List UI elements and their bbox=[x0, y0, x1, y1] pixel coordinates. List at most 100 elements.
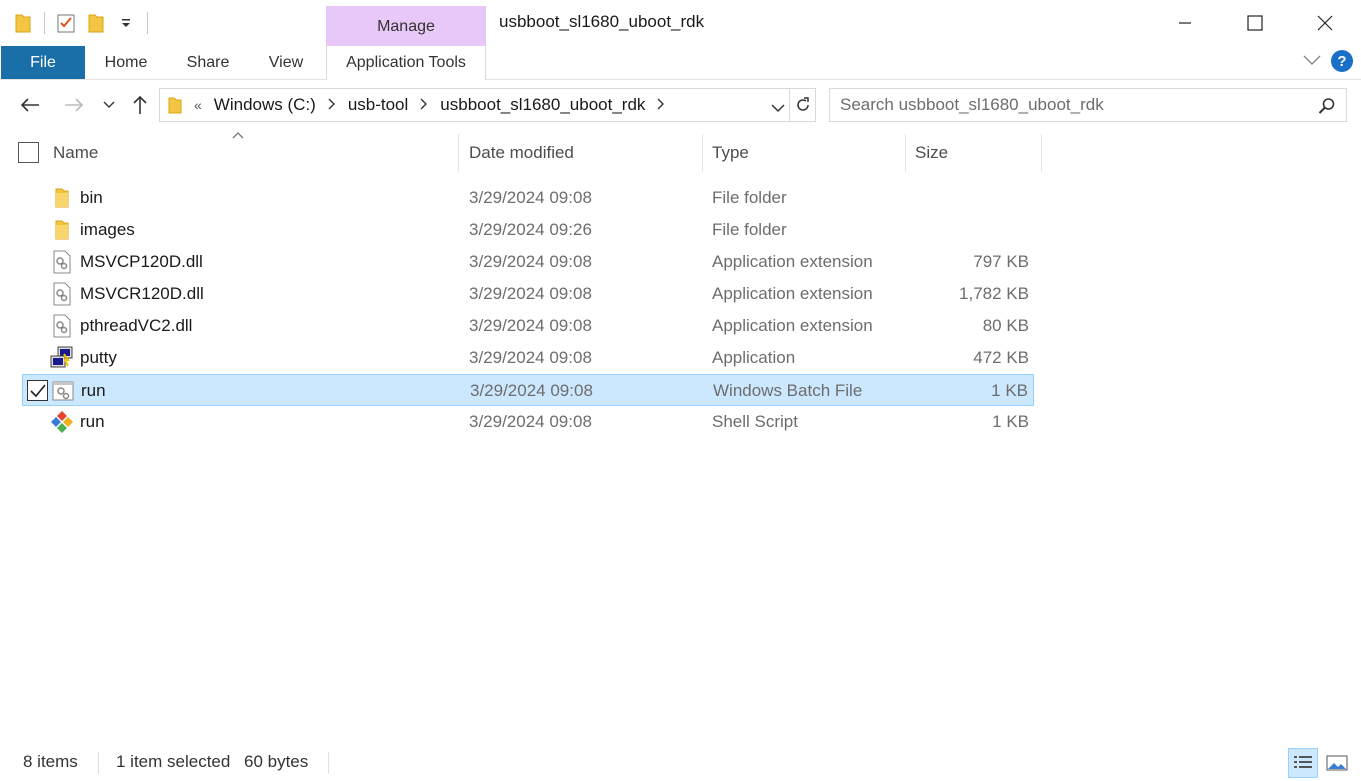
column-header-type[interactable]: Type bbox=[703, 134, 906, 172]
file-type: File folder bbox=[712, 188, 787, 207]
ribbon-controls: ? bbox=[1303, 50, 1353, 72]
file-size: 80 KB bbox=[982, 316, 1029, 335]
select-all-checkbox[interactable] bbox=[18, 142, 39, 163]
folder-icon bbox=[50, 186, 74, 210]
up-button[interactable] bbox=[126, 86, 154, 124]
file-name: images bbox=[80, 220, 135, 239]
toolbar-separator bbox=[147, 12, 148, 34]
search-box[interactable] bbox=[829, 88, 1347, 122]
properties-icon[interactable] bbox=[55, 11, 77, 35]
quick-access-toolbar bbox=[12, 10, 158, 36]
file-type: Shell Script bbox=[712, 412, 798, 431]
file-type: Application extension bbox=[712, 284, 873, 303]
recent-locations-button[interactable] bbox=[98, 86, 120, 124]
file-name: putty bbox=[80, 348, 117, 367]
file-size: 797 KB bbox=[973, 252, 1029, 271]
navigation-bar: « Windows (C:) usb-tool usbboot_sl1680_u… bbox=[0, 86, 1361, 124]
refresh-button[interactable] bbox=[789, 89, 815, 121]
breadcrumb-overflow[interactable]: « bbox=[194, 97, 202, 113]
selection-size: 60 bytes bbox=[244, 752, 309, 771]
tab-view[interactable]: View bbox=[258, 46, 314, 79]
maximize-icon bbox=[1247, 15, 1263, 31]
column-headers: Name Date modified Type Size bbox=[0, 132, 1042, 172]
file-row-images[interactable]: images 3/29/2024 09:26 File folder bbox=[22, 214, 1034, 246]
column-header-size[interactable]: Size bbox=[906, 134, 1042, 172]
file-date: 3/29/2024 09:26 bbox=[469, 220, 592, 239]
file-date: 3/29/2024 09:08 bbox=[469, 316, 592, 335]
column-header-name[interactable]: Name bbox=[44, 134, 459, 172]
forward-button[interactable] bbox=[58, 86, 90, 124]
putty-icon bbox=[50, 346, 74, 370]
file-name: pthreadVC2.dll bbox=[80, 316, 193, 335]
file-type: Application bbox=[712, 348, 796, 367]
dll-file-icon bbox=[50, 282, 74, 306]
chevron-right-icon[interactable] bbox=[420, 98, 428, 113]
chevron-down-icon bbox=[103, 101, 115, 108]
window-title: usbboot_sl1680_uboot_rdk bbox=[499, 12, 705, 31]
file-row-pthreadvc2[interactable]: pthreadVC2.dll 3/29/2024 09:08 Applicati… bbox=[22, 310, 1034, 342]
file-row-msvcr120d[interactable]: MSVCR120D.dll 3/29/2024 09:08 Applicatio… bbox=[22, 278, 1034, 310]
folder-icon[interactable] bbox=[12, 11, 34, 35]
chevron-right-icon[interactable] bbox=[328, 98, 336, 113]
status-separator bbox=[328, 752, 329, 774]
tab-file[interactable]: File bbox=[1, 46, 85, 79]
maximize-button[interactable] bbox=[1220, 0, 1290, 46]
title-bar: Manage usbboot_sl1680_uboot_rdk bbox=[0, 0, 1361, 46]
file-name: MSVCR120D.dll bbox=[80, 284, 204, 303]
breadcrumb-usb-tool[interactable]: usb-tool bbox=[348, 95, 408, 115]
details-view-icon bbox=[1294, 756, 1312, 768]
file-date: 3/29/2024 09:08 bbox=[469, 412, 592, 431]
refresh-icon bbox=[796, 97, 809, 111]
ribbon-tab-bar: File Home Share View Application Tools ? bbox=[0, 46, 1361, 80]
back-button[interactable] bbox=[14, 86, 46, 124]
search-icon[interactable] bbox=[1318, 97, 1336, 120]
folder-icon bbox=[50, 218, 74, 242]
expand-ribbon-icon[interactable] bbox=[1303, 51, 1321, 71]
search-input[interactable] bbox=[840, 95, 1300, 115]
selection-count: 1 item selected bbox=[116, 752, 231, 771]
manage-context-tab[interactable]: Manage bbox=[326, 6, 486, 46]
file-row-bin[interactable]: bin 3/29/2024 09:08 File folder bbox=[22, 182, 1034, 214]
chevron-down-icon bbox=[771, 104, 785, 113]
close-button[interactable] bbox=[1290, 0, 1360, 46]
help-icon[interactable]: ? bbox=[1331, 50, 1353, 72]
breadcrumb-current-folder[interactable]: usbboot_sl1680_uboot_rdk bbox=[440, 95, 645, 115]
file-row-run-bat[interactable]: run 3/29/2024 09:08 Windows Batch File 1… bbox=[22, 374, 1034, 406]
tab-application-tools[interactable]: Application Tools bbox=[326, 46, 486, 80]
minimize-button[interactable] bbox=[1150, 0, 1220, 46]
breadcrumb-windows-c[interactable]: Windows (C:) bbox=[214, 95, 316, 115]
column-header-date-modified[interactable]: Date modified bbox=[460, 134, 703, 172]
shell-script-icon bbox=[50, 410, 74, 434]
file-type: File folder bbox=[712, 220, 787, 239]
status-separator bbox=[98, 752, 99, 774]
file-row-putty[interactable]: putty 3/29/2024 09:08 Application 472 KB bbox=[22, 342, 1034, 374]
chevron-right-icon[interactable] bbox=[657, 98, 665, 113]
file-date: 3/29/2024 09:08 bbox=[469, 284, 592, 303]
row-checkbox[interactable] bbox=[27, 380, 48, 401]
file-size: 1 KB bbox=[991, 381, 1028, 400]
checkmark-icon bbox=[29, 383, 46, 397]
new-folder-icon[interactable] bbox=[85, 11, 107, 35]
file-row-run-sh[interactable]: run 3/29/2024 09:08 Shell Script 1 KB bbox=[22, 406, 1034, 438]
dll-file-icon bbox=[50, 250, 74, 274]
large-icons-view-button[interactable] bbox=[1322, 748, 1352, 778]
file-date: 3/29/2024 09:08 bbox=[469, 188, 592, 207]
file-type: Application extension bbox=[712, 316, 873, 335]
tab-share[interactable]: Share bbox=[178, 46, 238, 79]
address-bar[interactable]: « Windows (C:) usb-tool usbboot_sl1680_u… bbox=[159, 88, 816, 122]
status-bar: 8 items 1 item selected 60 bytes bbox=[0, 746, 1361, 781]
file-type: Windows Batch File bbox=[713, 381, 863, 400]
forward-arrow-icon bbox=[65, 98, 84, 112]
batch-file-icon bbox=[51, 379, 75, 403]
customize-toolbar-icon[interactable] bbox=[115, 11, 137, 35]
file-size: 1,782 KB bbox=[959, 284, 1029, 303]
file-date: 3/29/2024 09:08 bbox=[469, 348, 592, 367]
dll-file-icon bbox=[50, 314, 74, 338]
file-row-msvcp120d[interactable]: MSVCP120D.dll 3/29/2024 09:08 Applicatio… bbox=[22, 246, 1034, 278]
item-count: 8 items bbox=[23, 752, 78, 771]
address-history-dropdown[interactable] bbox=[771, 98, 785, 118]
tab-home[interactable]: Home bbox=[96, 46, 156, 79]
file-size: 1 KB bbox=[992, 412, 1029, 431]
details-view-button[interactable] bbox=[1288, 748, 1318, 778]
file-size: 472 KB bbox=[973, 348, 1029, 367]
